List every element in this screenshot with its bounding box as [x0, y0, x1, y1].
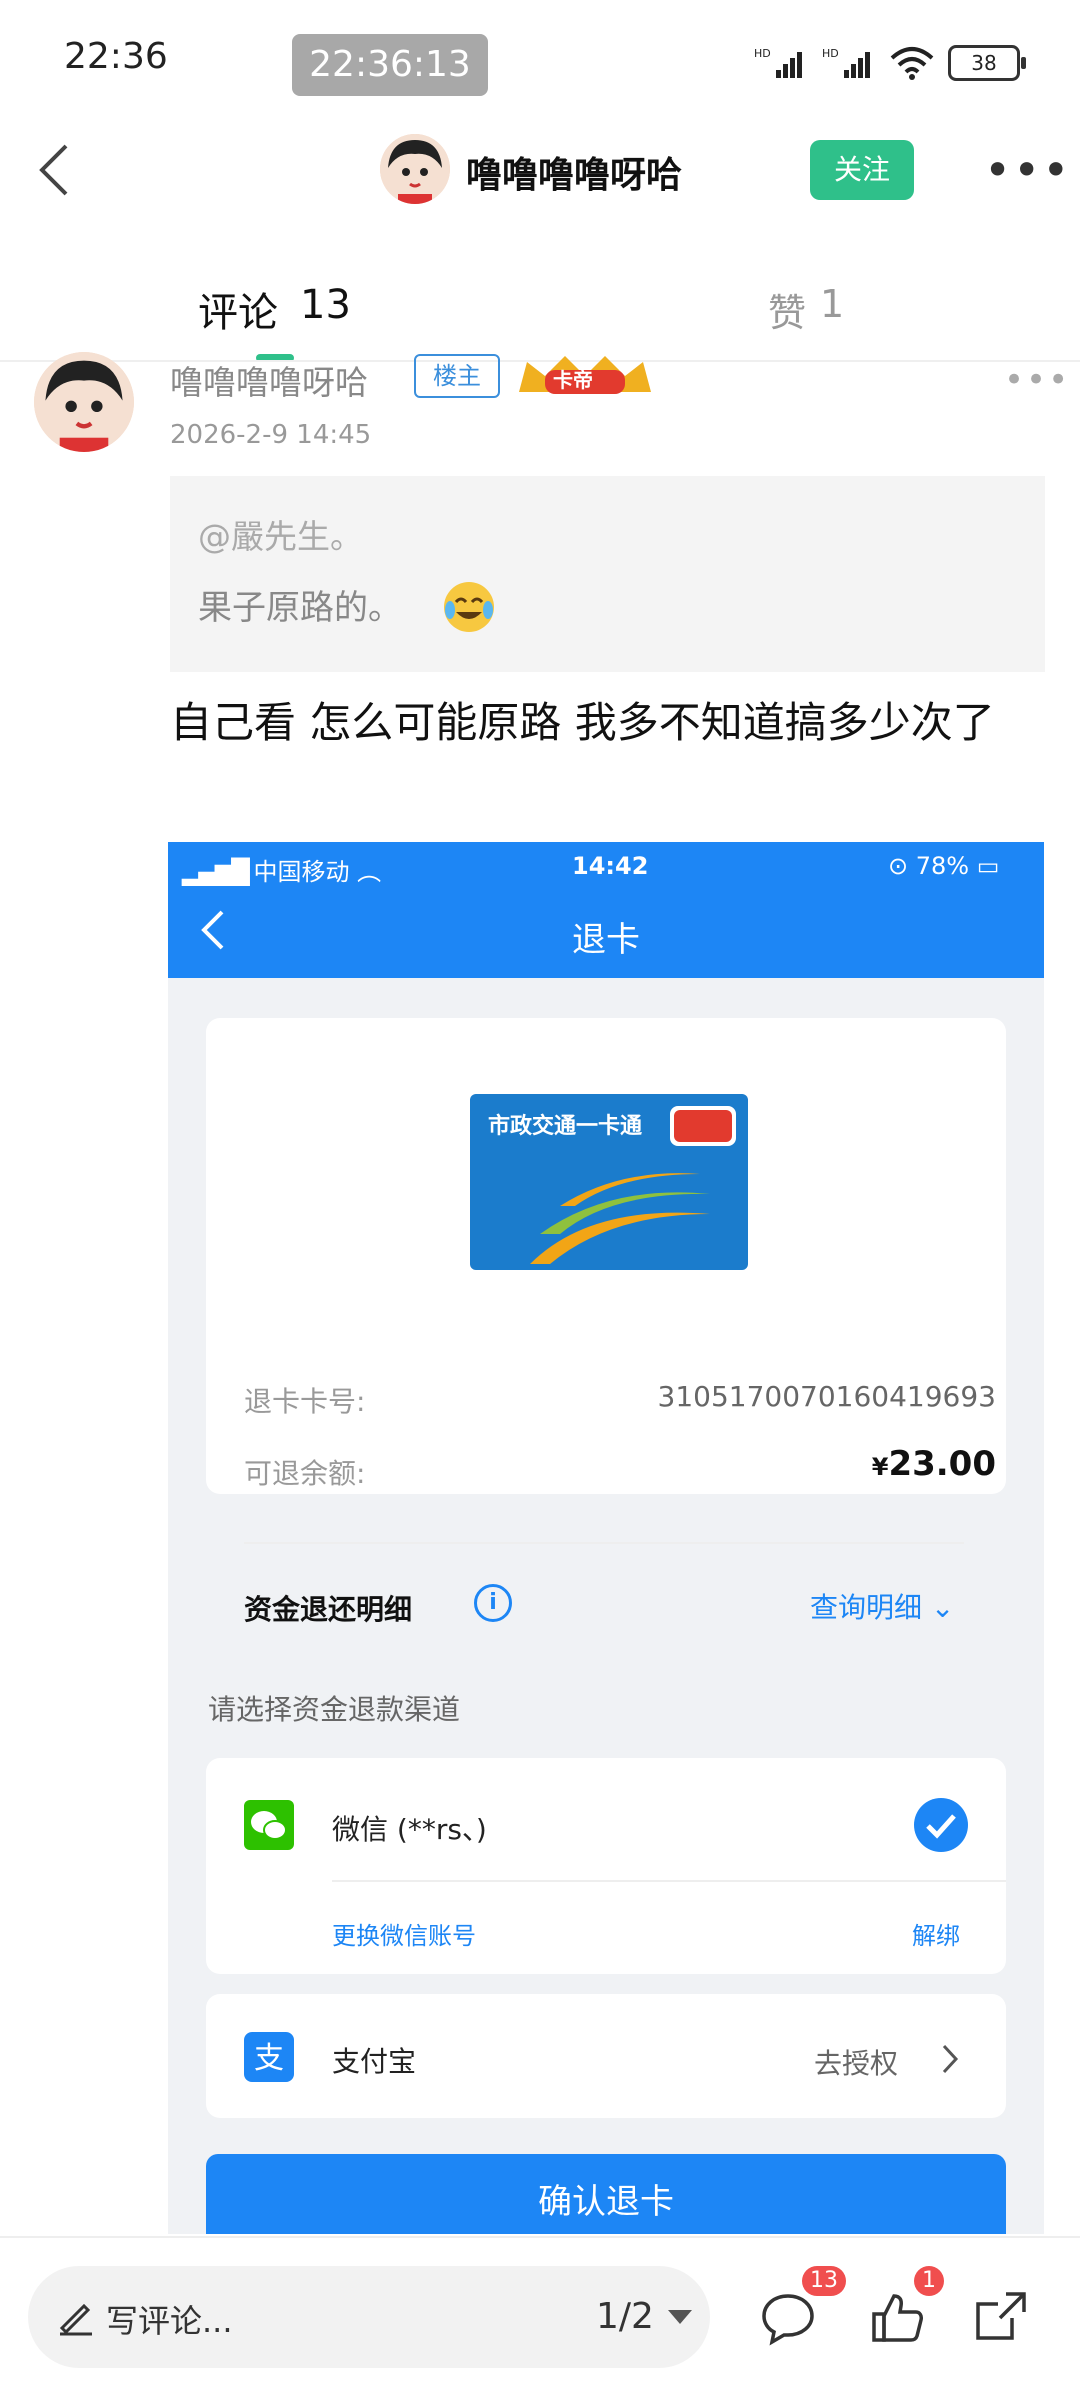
tab-comments-count[interactable]: 13: [300, 282, 351, 328]
info-icon: i: [474, 1584, 512, 1622]
pencil-icon: [59, 2303, 92, 2336]
card-divider: [244, 1542, 964, 1544]
more-options-icon[interactable]: •••: [984, 147, 1071, 193]
crown-badge-label: 卡帝: [553, 368, 593, 392]
header-avatar[interactable]: [380, 134, 450, 204]
screenshot-battery: ⊙ 78% ▭: [888, 852, 1000, 880]
author-avatar[interactable]: [34, 352, 134, 452]
tab-comments[interactable]: 评论: [198, 280, 278, 338]
refund-balance-label: 可退余额:: [244, 1457, 366, 1490]
page-indicator[interactable]: 1/2: [596, 2296, 654, 2337]
refund-balance-value: ¥23.00: [871, 1444, 996, 1484]
share-icon[interactable]: [972, 2288, 1030, 2346]
svg-text:HD: HD: [822, 47, 839, 60]
status-time: 22:36: [64, 36, 168, 77]
comment-bubble-icon[interactable]: [760, 2290, 816, 2346]
screen-record-timer[interactable]: 22:36:13: [292, 34, 488, 96]
page-dropdown-icon[interactable]: [668, 2310, 692, 2324]
transit-card-image: 市政交通一卡通: [470, 1094, 748, 1270]
wifi-icon: [890, 47, 934, 80]
wechat-option-label: 微信 (**rs、): [332, 1813, 487, 1846]
host-badge: 楼主: [414, 354, 500, 398]
screenshot-time: 14:42: [572, 852, 649, 880]
post-date: 2026-2-9 14:45: [170, 420, 372, 450]
comment-count-badge: 13: [802, 2266, 846, 2296]
alipay-icon: 支: [244, 2032, 294, 2082]
tab-likes-count[interactable]: 1: [820, 282, 844, 326]
wechat-icon: [244, 1800, 294, 1850]
signal-hd-icon: HD: [754, 47, 802, 78]
comment-placeholder[interactable]: 写评论...: [106, 2296, 233, 2342]
crying-laugh-emoji-icon: [444, 582, 494, 632]
svg-text:支: 支: [254, 2041, 284, 2076]
screenshot-title: 退卡: [572, 920, 640, 960]
like-count-badge: 1: [914, 2266, 944, 2296]
confirm-refund-button: 确认退卡: [206, 2154, 1006, 2234]
signal-hd-icon-2: HD: [822, 47, 870, 78]
back-arrow-icon[interactable]: [30, 140, 80, 200]
header-username[interactable]: 噜噜噜噜呀哈: [466, 146, 682, 198]
status-icons: HD HD 38: [754, 40, 1026, 86]
unbind-link: 解绑: [912, 1922, 960, 1950]
follow-button[interactable]: 关注: [810, 140, 914, 200]
card-number-value: 3105170070160419693: [657, 1380, 996, 1413]
alipay-authorize-label: 去授权: [814, 2047, 899, 2080]
transit-card-brand: 市政交通一卡通: [488, 1114, 643, 1139]
screenshot-carrier: ▂▄▆█ 中国移动 ︵: [182, 858, 382, 886]
battery-icon: 38: [948, 45, 1026, 81]
quote-text: 果子原路的。: [198, 588, 402, 628]
refund-channel-title: 请选择资金退款渠道: [208, 1693, 461, 1726]
card-number-label: 退卡卡号:: [244, 1385, 366, 1418]
change-wechat-link: 更换微信账号: [332, 1922, 476, 1950]
quote-mention[interactable]: @嚴先生。: [198, 510, 363, 558]
post-author[interactable]: 噜噜噜噜呀哈: [170, 356, 368, 404]
wechat-option-card: [206, 1758, 1006, 1974]
post-more-icon[interactable]: •••: [1004, 360, 1070, 400]
post-body-text: 自己看 怎么可能原路 我多不知道搞多少次了: [170, 698, 995, 747]
attached-screenshot[interactable]: ▂▄▆█ 中国移动 ︵ 14:42 ⊙ 78% ▭ 退卡 市政交通一卡通 退卡卡…: [168, 842, 1044, 2234]
wechat-divider: [332, 1880, 1006, 1882]
quoted-reply[interactable]: [170, 476, 1045, 672]
tab-likes[interactable]: 赞: [768, 282, 806, 337]
query-detail-link: 查询明细 ⌄: [810, 1591, 955, 1624]
chevron-right-icon: [942, 2044, 959, 2074]
refund-detail-title: 资金退还明细: [244, 1593, 413, 1626]
svg-text:HD: HD: [754, 47, 771, 60]
thumbs-up-icon[interactable]: [870, 2290, 926, 2346]
checkmark-selected-icon: [914, 1798, 968, 1852]
alipay-option-label: 支付宝: [332, 2045, 417, 2078]
